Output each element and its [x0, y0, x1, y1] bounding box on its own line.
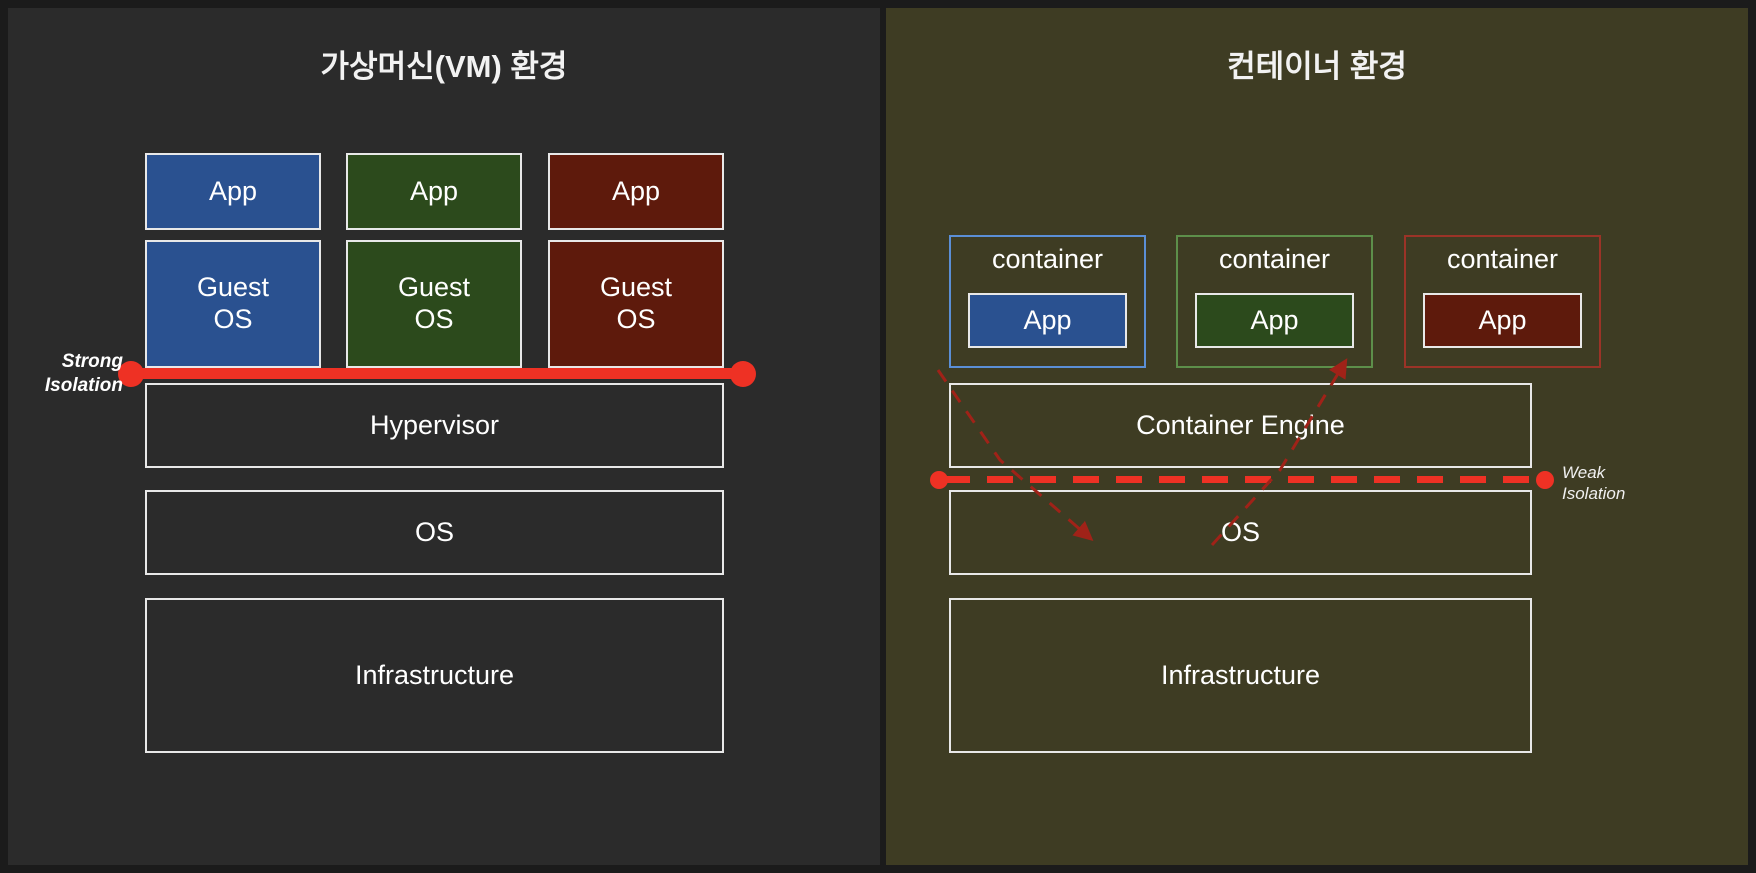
container-panel-title: 컨테이너 환경	[1227, 49, 1407, 84]
weak-isolation-dot-right	[1536, 471, 1554, 489]
diagram-canvas: 가상머신(VM) 환경 App App App Guest OS Guest O…	[0, 0, 1756, 873]
strong-isolation-bar	[132, 368, 742, 379]
vm-layer-hypervisor-label: Hypervisor	[369, 409, 500, 440]
vm-app-box-1: App	[145, 153, 321, 230]
vm-guest-os-box-1: Guest OS	[145, 240, 321, 368]
container-environment-panel: 컨테이너 환경 container App container App cont…	[886, 8, 1748, 865]
strong-isolation-label: Strong Isolation	[28, 350, 123, 398]
vm-guest-os-label-2-line2: OS	[414, 304, 454, 334]
vm-app-label-3: App	[611, 175, 661, 206]
strong-isolation-label-line1: Strong	[61, 351, 123, 372]
container-app-box-3: App	[1423, 293, 1582, 348]
container-layer-os-label: OS	[1220, 516, 1260, 547]
weak-isolation-bar	[944, 476, 1542, 483]
weak-isolation-label-line2: Isolation	[1562, 484, 1626, 504]
vm-app-label-1: App	[208, 175, 258, 206]
vm-guest-os-label-2-line1: Guest	[397, 272, 471, 303]
vm-guest-os-label-3-line2: OS	[616, 304, 656, 334]
container-card-1: container App	[949, 235, 1146, 368]
vm-layer-hypervisor: Hypervisor	[145, 383, 724, 468]
weak-isolation-label-line1: Weak	[1562, 463, 1606, 482]
container-card-label-1: container	[991, 244, 1104, 274]
vm-layer-os-label: OS	[414, 516, 454, 547]
container-layer-os: OS	[949, 490, 1532, 575]
strong-isolation-label-line2: Isolation	[44, 374, 123, 396]
vm-panel-title: 가상머신(VM) 환경	[320, 49, 568, 84]
container-app-box-2: App	[1195, 293, 1354, 348]
vm-guest-os-label-3-line1: Guest	[599, 272, 673, 303]
vm-layer-os: OS	[145, 490, 724, 575]
container-layer-engine: Container Engine	[949, 383, 1532, 468]
vm-app-box-2: App	[346, 153, 522, 230]
vm-app-label-2: App	[409, 175, 459, 206]
container-layer-engine-label: Container Engine	[1136, 409, 1345, 440]
vm-guest-os-box-2: Guest OS	[346, 240, 522, 368]
container-app-label-2: App	[1250, 305, 1299, 335]
container-app-box-1: App	[968, 293, 1127, 348]
vm-layer-infrastructure-label: Infrastructure	[354, 659, 515, 690]
container-card-label-2: container	[1218, 244, 1331, 274]
vm-guest-os-box-3: Guest OS	[548, 240, 724, 368]
strong-isolation-dot-right	[730, 361, 756, 387]
weak-isolation-label: Weak Isolation	[1562, 462, 1702, 505]
vm-environment-panel: 가상머신(VM) 환경 App App App Guest OS Guest O…	[8, 8, 880, 865]
container-app-label-3: App	[1478, 305, 1527, 335]
weak-isolation-dot-left	[930, 471, 948, 489]
vm-layer-infrastructure: Infrastructure	[145, 598, 724, 753]
container-layer-infrastructure: Infrastructure	[949, 598, 1532, 753]
container-card-3: container App	[1404, 235, 1601, 368]
vm-guest-os-label-1-line2: OS	[213, 304, 253, 334]
vm-guest-os-label-1-line1: Guest	[196, 272, 270, 303]
container-app-label-1: App	[1023, 305, 1072, 335]
container-card-2: container App	[1176, 235, 1373, 368]
vm-app-box-3: App	[548, 153, 724, 230]
container-layer-infrastructure-label: Infrastructure	[1160, 659, 1321, 690]
container-card-label-3: container	[1446, 244, 1559, 274]
